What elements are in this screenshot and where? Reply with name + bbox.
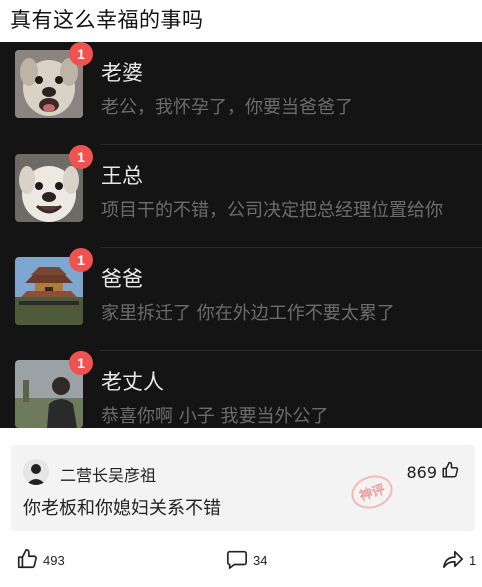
chat-message: 家里拆迁了 你在外边工作不要太累了	[101, 303, 395, 324]
unread-badge: 1	[69, 248, 93, 272]
comment-text: 你老板和你媳妇关系不错	[23, 498, 221, 519]
chat-row: 1 老婆 老公，我怀孕了，你要当爸爸了	[0, 42, 482, 145]
like-count: 493	[43, 553, 65, 568]
comment-like-button[interactable]: 869	[406, 461, 459, 483]
chat-row: 1 老丈人 恭喜你啊 小子 我要当外公了	[0, 351, 482, 454]
comment-count: 34	[253, 553, 268, 568]
comment-button[interactable]: 34	[226, 548, 267, 573]
comment-like-count: 869	[406, 462, 437, 482]
unread-badge: 1	[69, 42, 93, 66]
post-action-bar: 493 34 1	[0, 540, 482, 580]
like-button[interactable]: 493	[16, 548, 65, 573]
chat-name: 王总	[101, 164, 143, 188]
chat-message: 老公，我怀孕了，你要当爸爸了	[101, 97, 353, 118]
unread-badge: 1	[69, 145, 93, 169]
chat-name: 老婆	[101, 61, 143, 85]
chat-name: 老丈人	[101, 370, 164, 394]
chat-row: 1 爸爸 家里拆迁了 你在外边工作不要太累了	[0, 248, 482, 351]
chat-list-screenshot: 1 老婆 老公，我怀孕了，你要当爸爸了 1 王总 项目干的不错，公司决定把总经理…	[0, 42, 482, 428]
share-arrow-icon	[442, 548, 464, 573]
share-count: 1	[469, 553, 477, 568]
thumbs-up-icon	[16, 548, 38, 573]
thumbs-up-icon	[441, 461, 459, 483]
share-button[interactable]: 1	[442, 548, 476, 573]
post-title: 真有这么幸福的事吗	[10, 8, 204, 32]
stamp-text: 神评	[357, 481, 387, 504]
comment-username[interactable]: 二营长吴彦祖	[60, 462, 156, 486]
chat-message: 项目干的不错，公司决定把总经理位置给你	[101, 200, 443, 221]
chat-message: 恭喜你啊 小子 我要当外公了	[101, 406, 329, 427]
chat-name: 爸爸	[101, 267, 143, 291]
chat-row: 1 王总 项目干的不错，公司决定把总经理位置给你	[0, 145, 482, 248]
featured-comment[interactable]: 二营长吴彦祖 神评 869 你老板和你媳妇关系不错	[11, 445, 475, 531]
unread-badge: 1	[69, 351, 93, 375]
hot-comment-stamp-icon: 神评	[345, 465, 399, 519]
user-avatar-icon[interactable]	[23, 459, 49, 485]
comment-bubble-icon	[226, 548, 248, 573]
